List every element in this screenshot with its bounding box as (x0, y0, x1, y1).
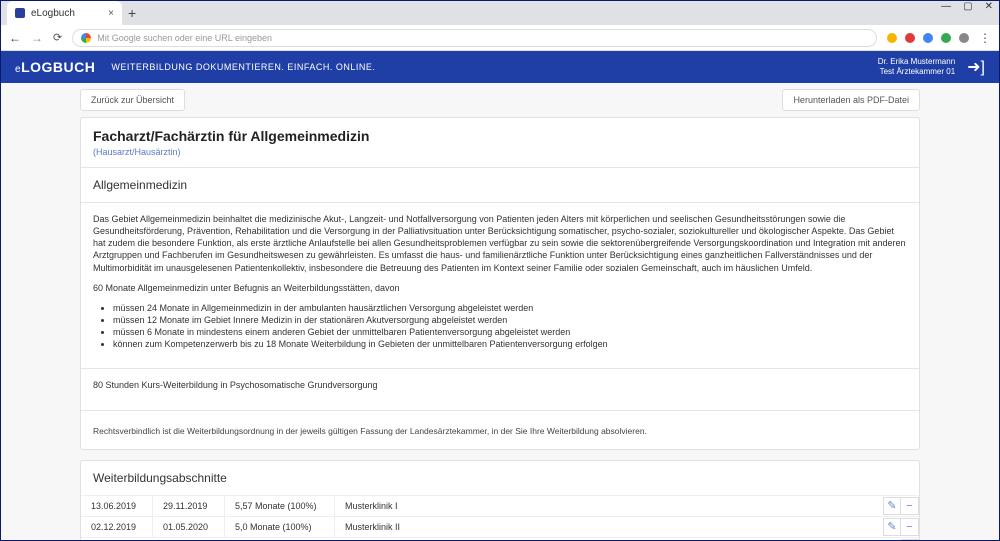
add-period-link[interactable]: Weiterbildungsabschnitt hinzufügen (743, 538, 901, 540)
period-duration: 5,57 Monate (100%) (225, 496, 335, 516)
period-to: 29.11.2019 (153, 496, 225, 516)
browser-tab-strip: eLogbuch × + — ▢ ✕ (1, 1, 999, 25)
user-name: Dr. Erika Mustermann (878, 57, 955, 67)
tab-close-icon[interactable]: × (108, 8, 114, 19)
nav-back-icon[interactable]: ← (9, 31, 21, 45)
app-logo[interactable]: eLOGBUCH (15, 59, 95, 75)
subtitle-link[interactable]: (Hausarzt/Hausärztin) (93, 147, 907, 157)
avatar-icon[interactable] (959, 33, 969, 43)
extension-icon[interactable] (941, 33, 951, 43)
training-periods-footer: Gesamtdauer: 10,57 Monate Weiterbildungs… (81, 537, 919, 540)
window-controls: — ▢ ✕ (941, 1, 993, 12)
requirement-item: müssen 24 Monate in Allgemeinmedizin in … (113, 302, 907, 314)
requirement-item: müssen 6 Monate in mindestens einem ande… (113, 326, 907, 338)
course-requirement: 80 Stunden Kurs-Weiterbildung in Psychos… (93, 379, 907, 391)
remove-icon[interactable]: − (901, 518, 919, 536)
section-heading: Allgemeinmedizin (93, 178, 907, 192)
app-tagline: WEITERBILDUNG DOKUMENTIEREN. EINFACH. ON… (111, 62, 375, 72)
requirements-list: müssen 24 Monate in Allgemeinmedizin in … (93, 302, 907, 351)
tab-title: eLogbuch (31, 8, 102, 19)
period-place: Musterklinik II (335, 517, 883, 537)
extension-icon[interactable] (887, 33, 897, 43)
description-body: Das Gebiet Allgemeinmedizin beinhaltet d… (81, 203, 919, 368)
training-periods-card: Weiterbildungsabschnitte 13.06.2019 29.1… (80, 460, 920, 540)
window-close-icon[interactable]: ✕ (985, 1, 993, 12)
favicon (15, 8, 25, 18)
new-tab-button[interactable]: + (128, 5, 136, 21)
download-pdf-button[interactable]: Herunterladen als PDF-Datei (782, 89, 920, 111)
period-duration: 5,0 Monate (100%) (225, 517, 335, 537)
main-card: Facharzt/Fachärztin für Allgemeinmedizin… (80, 117, 920, 450)
description-p2: 60 Monate Allgemeinmedizin unter Befugni… (93, 282, 907, 294)
google-icon (81, 33, 91, 43)
nav-reload-icon[interactable]: ⟳ (53, 31, 62, 44)
period-from: 02.12.2019 (81, 517, 153, 537)
user-org: Test Ärztekammer 01 (878, 67, 955, 77)
add-icon[interactable]: + (901, 539, 919, 540)
training-periods-heading: Weiterbildungsabschnitte (93, 471, 907, 485)
window-minimize-icon[interactable]: — (941, 1, 951, 12)
remove-icon[interactable]: − (901, 497, 919, 515)
browser-tab[interactable]: eLogbuch × (7, 1, 122, 25)
app-header: eLOGBUCH WEITERBILDUNG DOKUMENTIEREN. EI… (1, 51, 999, 83)
training-period-row: 02.12.2019 01.05.2020 5,0 Monate (100%) … (81, 516, 919, 537)
legal-note: Rechtsverbindlich ist die Weiterbildungs… (93, 426, 647, 436)
requirement-item: können zum Kompetenzerwerb bis zu 18 Mon… (113, 338, 907, 350)
edit-icon[interactable]: ✎ (883, 518, 901, 536)
period-place: Musterklinik I (335, 496, 883, 516)
total-duration: Gesamtdauer: 10,57 Monate (81, 538, 216, 540)
browser-menu-icon[interactable]: ⋮ (979, 31, 991, 45)
period-to: 01.05.2020 (153, 517, 225, 537)
top-actions: Zurück zur Übersicht Herunterladen als P… (80, 89, 920, 111)
page-title: Facharzt/Fachärztin für Allgemeinmedizin (93, 128, 907, 144)
back-to-overview-button[interactable]: Zurück zur Übersicht (80, 89, 185, 111)
description-p1: Das Gebiet Allgemeinmedizin beinhaltet d… (93, 213, 907, 274)
extension-icons (887, 33, 969, 43)
extension-icon[interactable] (923, 33, 933, 43)
edit-icon[interactable]: ✎ (883, 497, 901, 515)
window-maximize-icon[interactable]: ▢ (963, 1, 972, 12)
nav-forward-icon[interactable]: → (31, 31, 43, 45)
page-content: Zurück zur Übersicht Herunterladen als P… (1, 83, 999, 540)
extension-icon[interactable] (905, 33, 915, 43)
training-period-row: 13.06.2019 29.11.2019 5,57 Monate (100%)… (81, 495, 919, 516)
user-info: Dr. Erika Mustermann Test Ärztekammer 01 (878, 57, 955, 76)
address-bar[interactable]: Mit Google suchen oder eine URL eingeben (72, 29, 877, 47)
login-icon[interactable]: ➜] (967, 57, 985, 77)
browser-toolbar: ← → ⟳ Mit Google suchen oder eine URL ei… (1, 25, 999, 51)
address-placeholder: Mit Google suchen oder eine URL eingeben (97, 33, 272, 43)
requirement-item: müssen 12 Monate im Gebiet Innere Medizi… (113, 314, 907, 326)
period-from: 13.06.2019 (81, 496, 153, 516)
